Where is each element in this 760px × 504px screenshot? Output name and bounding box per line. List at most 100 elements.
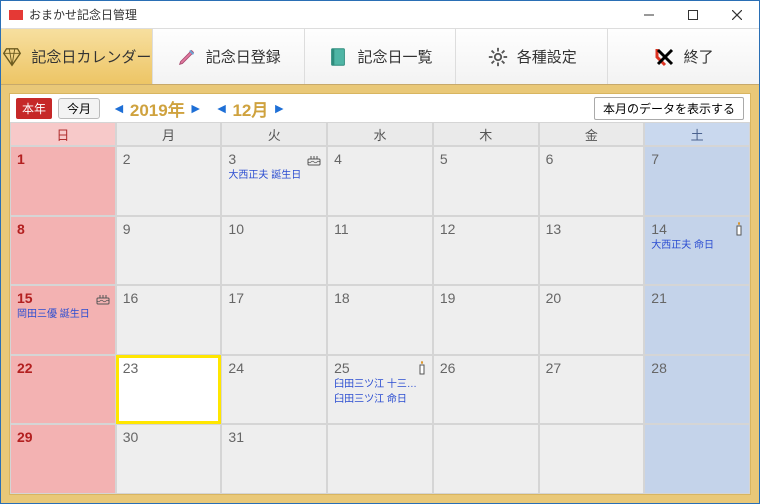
close-window-button[interactable] [715, 1, 759, 29]
calendar-cell[interactable]: 15岡田三優 誕生日 [10, 285, 116, 355]
calendar-cell[interactable]: 31 [221, 424, 327, 494]
app-icon [9, 10, 23, 20]
day-number: 19 [440, 290, 532, 306]
calendar-cell[interactable]: 24 [221, 355, 327, 425]
calendar-cell[interactable] [327, 424, 433, 494]
calendar-cell[interactable]: 26 [433, 355, 539, 425]
calendar-grid: 日月火水木金土123大西正夫 誕生日4567891011121314大西正夫 命… [10, 122, 750, 494]
pen-icon [176, 46, 198, 68]
calendar-cell[interactable]: 4 [327, 146, 433, 216]
month-prev-button[interactable]: ◄ [215, 101, 229, 115]
cake-icon [306, 151, 322, 167]
tab-label: 各種設定 [517, 46, 577, 67]
day-number: 6 [546, 151, 638, 167]
close-icon [732, 10, 742, 20]
calendar-cell[interactable]: 23 [116, 355, 222, 425]
day-number: 4 [334, 151, 426, 167]
weekday-header: 土 [644, 122, 750, 146]
event-label: 臼田三ツ江 命日 [334, 393, 426, 406]
calendar-cell[interactable]: 30 [116, 424, 222, 494]
main-tabs: 記念日カレンダー 記念日登録 記念日一覧 各種設定 終了 [1, 29, 759, 85]
weekday-header: 火 [221, 122, 327, 146]
maximize-icon [688, 10, 698, 20]
maximize-button[interactable] [671, 1, 715, 29]
calendar-cell[interactable]: 10 [221, 216, 327, 286]
calendar-cell[interactable]: 21 [644, 285, 750, 355]
calendar-panel: 本年 今月 ◄ 2019年 ► ◄ 12月 ► 本月のデータを表示する 日月火水… [9, 93, 751, 495]
calendar-cell[interactable]: 7 [644, 146, 750, 216]
this-month-button[interactable]: 今月 [58, 98, 100, 119]
calendar-cell[interactable]: 20 [539, 285, 645, 355]
calendar-cell[interactable]: 18 [327, 285, 433, 355]
event-label: 岡田三優 誕生日 [17, 308, 109, 321]
day-number: 21 [651, 290, 743, 306]
calendar-cell[interactable]: 2 [116, 146, 222, 216]
event-label: 大西正夫 命日 [651, 239, 743, 252]
day-number: 22 [17, 360, 109, 376]
weekday-header: 金 [539, 122, 645, 146]
calendar-cell[interactable]: 22 [10, 355, 116, 425]
tab-2[interactable]: 記念日一覧 [305, 29, 457, 84]
day-number: 16 [123, 290, 215, 306]
calendar-cell[interactable]: 1 [10, 146, 116, 216]
calendar-cell[interactable] [433, 424, 539, 494]
tab-0[interactable]: 記念日カレンダー [1, 29, 153, 84]
app-window: おまかせ記念日管理 記念日カレンダー 記念日登録 記念日一覧 各種設定 終了 本年 今月… [0, 0, 760, 504]
tab-3[interactable]: 各種設定 [456, 29, 608, 84]
minimize-icon [644, 10, 654, 20]
calendar-cell[interactable]: 8 [10, 216, 116, 286]
weekday-header: 月 [116, 122, 222, 146]
day-number: 17 [228, 290, 320, 306]
day-number: 11 [334, 221, 426, 237]
calendar-cell[interactable]: 12 [433, 216, 539, 286]
calendar-cell[interactable]: 19 [433, 285, 539, 355]
calendar-cell[interactable] [644, 424, 750, 494]
year-next-button[interactable]: ► [189, 101, 203, 115]
day-number: 8 [17, 221, 109, 237]
calendar-cell[interactable] [539, 424, 645, 494]
window-title: おまかせ記念日管理 [29, 6, 627, 23]
show-month-data-button[interactable]: 本月のデータを表示する [594, 97, 744, 120]
candle-icon [733, 221, 745, 237]
day-number: 27 [546, 360, 638, 376]
gear-icon [487, 46, 509, 68]
tab-label: 記念日カレンダー [31, 46, 151, 67]
event-label: 大西正夫 誕生日 [228, 169, 320, 182]
candle-icon [416, 360, 428, 376]
day-number: 20 [546, 290, 638, 306]
this-year-badge: 本年 [16, 98, 52, 119]
tab-1[interactable]: 記念日登録 [153, 29, 305, 84]
calendar-cell[interactable]: 29 [10, 424, 116, 494]
calendar-cell[interactable]: 25臼田三ツ江 十三回忌臼田三ツ江 命日 [327, 355, 433, 425]
minimize-button[interactable] [627, 1, 671, 29]
calendar-cell[interactable]: 5 [433, 146, 539, 216]
day-number: 23 [123, 360, 215, 376]
year-prev-button[interactable]: ◄ [112, 101, 126, 115]
day-number: 12 [440, 221, 532, 237]
calendar-cell[interactable]: 16 [116, 285, 222, 355]
calendar-cell[interactable]: 6 [539, 146, 645, 216]
day-number: 14 [651, 221, 743, 237]
book-icon [327, 46, 349, 68]
day-number: 25 [334, 360, 426, 376]
calendar-cell[interactable]: 17 [221, 285, 327, 355]
day-number: 26 [440, 360, 532, 376]
month-label: 12月 [232, 96, 268, 121]
calendar-cell[interactable]: 14 大西正夫 命日 [644, 216, 750, 286]
day-number: 30 [123, 429, 215, 445]
calendar-cell[interactable]: 11 [327, 216, 433, 286]
calendar-cell[interactable]: 27 [539, 355, 645, 425]
year-label: 2019年 [130, 96, 185, 121]
tab-label: 記念日登録 [206, 46, 281, 67]
day-number: 7 [651, 151, 743, 167]
calendar-cell[interactable]: 28 [644, 355, 750, 425]
weekday-header: 水 [327, 122, 433, 146]
calendar-cell[interactable]: 9 [116, 216, 222, 286]
month-nav: ◄ 12月 ► [215, 96, 287, 121]
year-nav: ◄ 2019年 ► [112, 96, 203, 121]
month-next-button[interactable]: ► [272, 101, 286, 115]
calendar-cell[interactable]: 13 [539, 216, 645, 286]
calendar-cell[interactable]: 3大西正夫 誕生日 [221, 146, 327, 216]
tab-4[interactable]: 終了 [608, 29, 759, 84]
day-number: 13 [546, 221, 638, 237]
